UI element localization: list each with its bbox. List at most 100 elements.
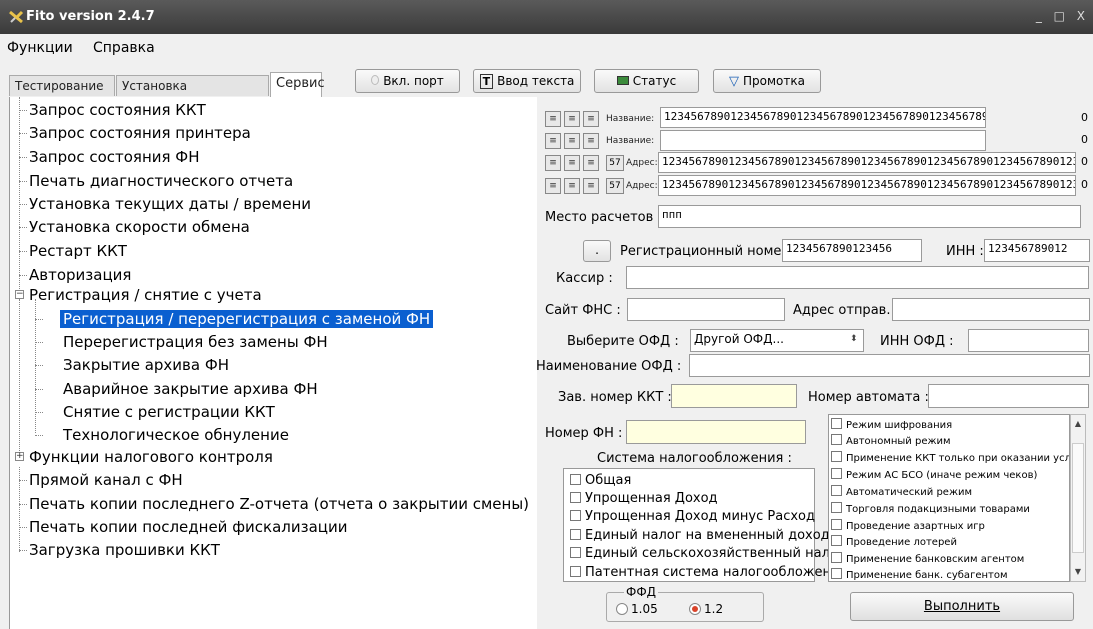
scroll-down-icon[interactable]: ▼ (1071, 563, 1085, 581)
window-controls[interactable]: _ □ X (1036, 9, 1089, 23)
tree-connector (19, 275, 27, 276)
ffd-option-12[interactable]: 1.2 (689, 602, 723, 616)
inn-ofd-input[interactable] (968, 329, 1089, 352)
tax-system-checkbox[interactable]: Единый сельскохозяйственный налог (570, 546, 845, 561)
tree-item[interactable]: Печать копии последней фискализации (29, 517, 347, 537)
size-button[interactable]: 57 (606, 178, 624, 194)
kkt-serial-input[interactable] (671, 384, 797, 408)
align-left-icon[interactable]: ≡ (545, 133, 561, 149)
align-right-icon[interactable]: ≡ (583, 133, 599, 149)
tab-testing[interactable]: Тестирование (9, 75, 115, 96)
tree-item[interactable]: Прямой канал с ФН (29, 470, 183, 490)
mode-checkbox[interactable]: Применение ККТ только при оказании услуг (831, 451, 1069, 464)
header-name-2-input[interactable] (660, 130, 986, 151)
tree-item[interactable]: Установка текущих даты / времени (29, 194, 311, 214)
fns-site-label: Сайт ФНС : (545, 303, 621, 318)
place-label: Место расчетов : (545, 210, 662, 225)
tree-item[interactable]: Запрос состояния принтера (29, 123, 251, 143)
collapse-icon[interactable]: − (15, 290, 24, 299)
align-center-icon[interactable]: ≡ (564, 133, 580, 149)
tax-system-checkbox[interactable]: Упрощенная Доход минус Расход (570, 509, 815, 524)
sender-address-input[interactable] (892, 298, 1090, 321)
checkbox-icon (570, 510, 581, 521)
tree-item[interactable]: Перерегистрация без замены ФН (63, 332, 328, 352)
tree-item[interactable]: Авторизация (29, 265, 131, 285)
align-center-icon[interactable]: ≡ (564, 111, 580, 127)
mode-checkbox[interactable]: Торговля подакцизными товарами (831, 502, 1030, 515)
scroll-up-icon[interactable]: ▲ (1071, 415, 1085, 433)
tree-connector (19, 181, 27, 182)
align-center-icon[interactable]: ≡ (564, 178, 580, 194)
tree-item-tax-control[interactable]: Функции налогового контроля (29, 447, 273, 467)
align-right-icon[interactable]: ≡ (583, 178, 599, 194)
reg-number-input[interactable]: 1234567890123456 (782, 239, 922, 262)
mode-checkbox[interactable]: Проведение лотерей (831, 535, 957, 548)
text-input-button[interactable]: T Ввод текста (473, 69, 581, 93)
ofd-name-input[interactable] (689, 354, 1090, 377)
tree-item[interactable]: Закрытие архива ФН (63, 355, 229, 375)
tree-item-selected[interactable]: Регистрация / перерегистрация с заменой … (60, 309, 434, 329)
place-input[interactable]: ппп (658, 205, 1081, 228)
menu-functions[interactable]: Функции (7, 40, 73, 56)
ofd-select-label: Выберите ОФД : (567, 334, 679, 349)
fn-number-input[interactable] (626, 420, 806, 444)
tree-item[interactable]: Запрос состояния ККТ (29, 100, 206, 120)
port-button[interactable]: Вкл. порт (355, 69, 460, 93)
execute-button[interactable]: Выполнить (850, 592, 1074, 621)
mode-checkbox[interactable]: Применение банк. субагентом (831, 568, 1008, 581)
fns-site-input[interactable] (627, 298, 785, 321)
checkbox-icon (570, 492, 581, 503)
align-left-icon[interactable]: ≡ (545, 178, 561, 194)
mode-checkbox[interactable]: Режим шифрования (831, 418, 952, 431)
tree-item[interactable]: Технологическое обнуление (63, 425, 289, 445)
ofd-select[interactable]: Другой ОФД... (690, 329, 864, 352)
tax-system-checkbox[interactable]: Патентная система налогообложения (570, 565, 847, 580)
tree-connector (19, 299, 20, 457)
dot-button[interactable]: . (583, 240, 611, 262)
tree-item[interactable]: Загрузка прошивки ККТ (29, 540, 220, 560)
mode-checkbox[interactable]: Автоматический режим (831, 485, 972, 498)
mode-checkbox[interactable]: Режим АС БСО (иначе режим чеков) (831, 468, 1037, 481)
align-left-icon[interactable]: ≡ (545, 111, 561, 127)
tax-system-checkbox[interactable]: Упрощенная Доход (570, 491, 718, 506)
menu-bar: Функции Справка (0, 34, 1093, 62)
header-address-2-input[interactable]: 1234567890123456789012345678901234567890… (658, 175, 1076, 196)
feed-button[interactable]: ▽ Промотка (713, 69, 821, 93)
tax-system-checkbox[interactable]: Единый налог на вмененный доход (570, 528, 830, 543)
header-label: Адрес: (626, 181, 658, 191)
tax-system-checkbox[interactable]: Общая (570, 473, 631, 488)
tree-item[interactable]: Снятие с регистрации ККТ (63, 402, 275, 422)
tree-item-registration-group[interactable]: Регистрация / снятие с учета (29, 285, 262, 305)
tree-item[interactable]: Печать диагностического отчета (29, 171, 293, 191)
combo-arrow-icon: ⬍ (850, 334, 858, 344)
header-name-1-input[interactable]: 1234567890123456789012345678901234567890… (660, 107, 986, 128)
header-address-1-input[interactable]: 1234567890123456789012345678901234567890… (658, 152, 1076, 173)
mode-checkbox[interactable]: Автономный режим (831, 434, 951, 447)
status-button[interactable]: Статус (594, 69, 699, 93)
tab-settings[interactable]: Установка параметров (116, 75, 269, 107)
menu-help[interactable]: Справка (93, 40, 155, 56)
align-center-icon[interactable]: ≡ (564, 155, 580, 171)
tree-item[interactable]: Рестарт ККТ (29, 241, 127, 261)
tree-item[interactable]: Аварийное закрытие архива ФН (63, 379, 318, 399)
align-right-icon[interactable]: ≡ (583, 155, 599, 171)
scroll-thumb[interactable] (1072, 443, 1084, 553)
tree-item[interactable]: Печать копии последнего Z-отчета (отчета… (29, 494, 529, 514)
automat-number-input[interactable] (928, 384, 1089, 408)
tab-service[interactable]: Сервис (270, 72, 325, 97)
cashier-input[interactable] (626, 266, 1089, 289)
expand-icon[interactable]: + (15, 452, 24, 461)
align-left-icon[interactable]: ≡ (545, 155, 561, 171)
mode-checkbox[interactable]: Проведение азартных игр (831, 519, 985, 532)
align-right-icon[interactable]: ≡ (583, 111, 599, 127)
inn-input[interactable]: 123456789012 (984, 239, 1090, 262)
tree-item[interactable]: Запрос состояния ФН (29, 147, 199, 167)
ffd-legend: ФФД (624, 585, 659, 599)
checkbox-icon (570, 547, 581, 558)
mode-checkbox[interactable]: Применение банковским агентом (831, 552, 1024, 565)
size-button[interactable]: 57 (606, 155, 624, 171)
tree-item[interactable]: Установка скорости обмена (29, 217, 250, 237)
mode-list-scrollbar[interactable]: ▲ ▼ (1070, 414, 1086, 582)
tree-connector (19, 204, 27, 205)
ffd-option-105[interactable]: 1.05 (616, 602, 658, 616)
